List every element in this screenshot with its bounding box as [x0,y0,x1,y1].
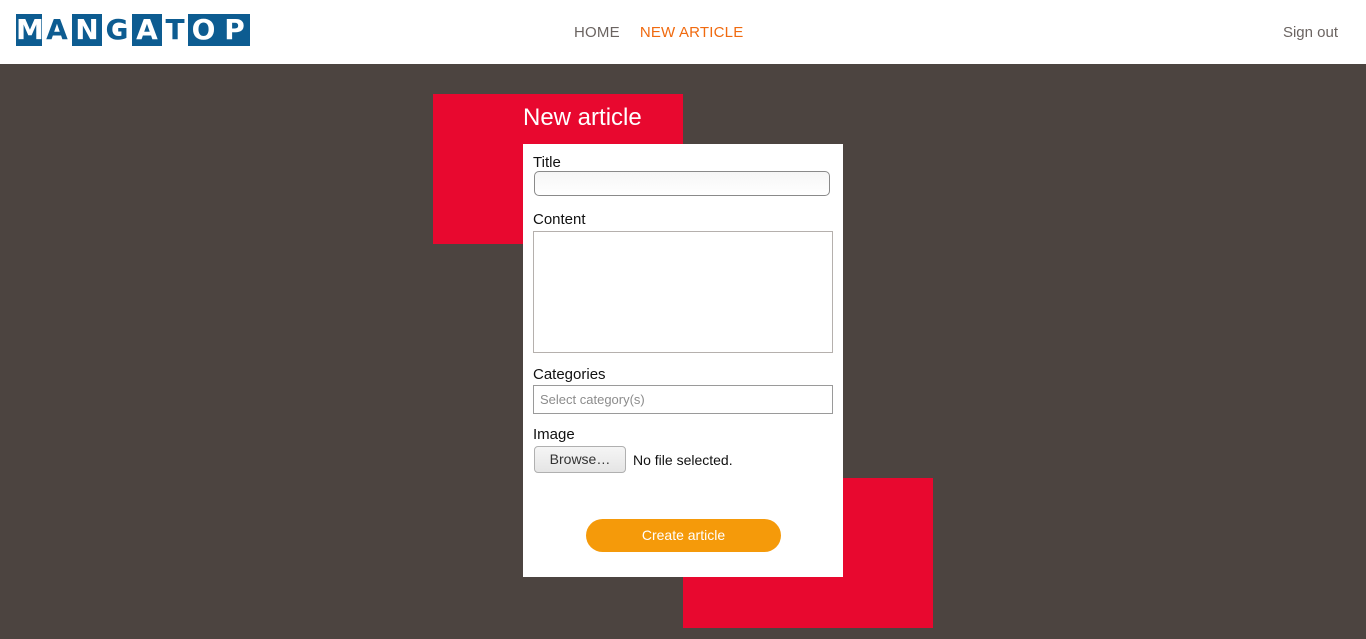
title-input[interactable] [534,171,830,196]
logo-letter: A [42,14,72,46]
content-label: Content [533,211,586,228]
logo-letter: T [162,14,188,46]
categories-select[interactable]: Select category(s) [533,385,833,414]
sign-out-link[interactable]: Sign out [1283,24,1338,41]
site-logo[interactable]: M A N G A T O P [16,14,250,46]
top-navbar: M A N G A T O P HOME NEW ARTICLE Sign ou… [0,0,1366,64]
file-status-text: No file selected. [633,452,733,468]
main-nav: HOME NEW ARTICLE [574,24,743,41]
logo-letter: A [132,14,162,46]
logo-letter: N [72,14,102,46]
image-label: Image [533,426,575,443]
title-label: Title [533,154,561,171]
browse-file-button[interactable]: Browse… [534,446,626,473]
new-article-form: Title Content Categories Select category… [523,144,843,577]
logo-letter: M [16,13,44,46]
logo-letter: O [188,14,219,46]
logo-letter: P [219,14,250,46]
create-article-button[interactable]: Create article [586,519,781,552]
content-textarea[interactable] [533,231,833,353]
nav-new-article-link[interactable]: NEW ARTICLE [640,24,744,41]
logo-letter: G [102,14,132,46]
nav-home-link[interactable]: HOME [574,24,620,41]
page-title: New article [523,104,642,131]
categories-label: Categories [533,366,606,383]
